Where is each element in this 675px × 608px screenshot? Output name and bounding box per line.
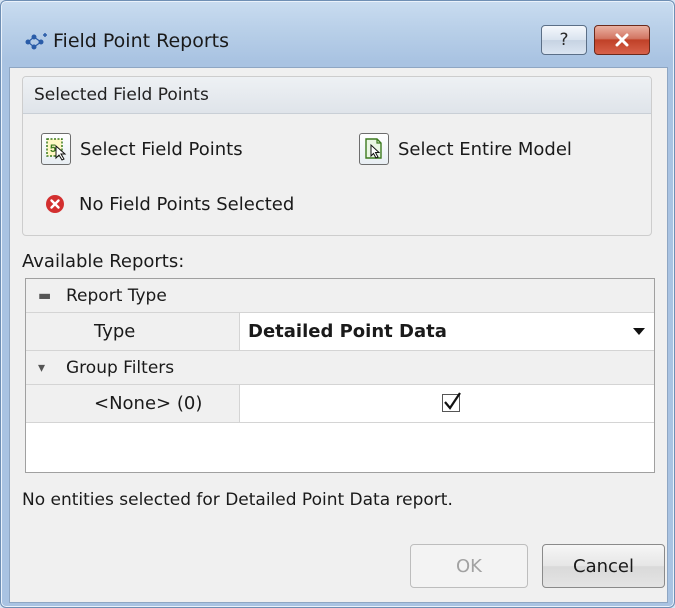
category-report-type[interactable]: ▬ Report Type: [26, 279, 654, 313]
selection-status: No Field Points Selected: [45, 192, 294, 216]
property-row-type[interactable]: Type Detailed Point Data: [26, 313, 654, 351]
category-label: Group Filters: [66, 358, 175, 378]
category-label: Report Type: [66, 286, 167, 306]
select-entire-model-button[interactable]: Select Entire Model: [359, 132, 572, 166]
select-field-points-label: Select Field Points: [80, 138, 243, 160]
error-icon: [46, 195, 64, 213]
property-name: <None> (0): [60, 385, 240, 422]
help-icon: ?: [559, 30, 569, 50]
status-text: No Field Points Selected: [79, 193, 295, 215]
svg-text:5: 5: [50, 143, 56, 155]
report-info-text: No entities selected for Detailed Point …: [22, 490, 453, 510]
checkmark-icon: [444, 392, 461, 410]
dialog-content: Selected Field Points 5 Select Field Poi…: [9, 67, 668, 603]
property-name: Type: [60, 313, 240, 350]
group-title: Selected Field Points: [34, 85, 209, 105]
type-dropdown[interactable]: Detailed Point Data: [240, 313, 654, 350]
expand-toggle-icon[interactable]: ▾: [38, 360, 45, 376]
close-button[interactable]: [594, 25, 650, 55]
field-point-reports-dialog: Field Point Reports ? Selected Field Poi…: [0, 0, 675, 608]
close-icon: [615, 33, 629, 47]
selected-field-points-group: Selected Field Points 5 Select Field Poi…: [22, 76, 652, 236]
field-point-reports-icon: [25, 33, 47, 50]
select-field-points-icon: 5: [41, 133, 71, 165]
select-entire-model-label: Select Entire Model: [398, 138, 572, 160]
select-field-points-button[interactable]: 5 Select Field Points: [41, 132, 243, 166]
title-bar: Field Point Reports ?: [1, 1, 674, 67]
group-filter-checkbox[interactable]: [442, 392, 461, 412]
category-group-filters[interactable]: ▾ Group Filters: [26, 351, 654, 385]
row-gutter: [26, 313, 60, 350]
expand-toggle-icon[interactable]: ▬: [38, 288, 51, 304]
cancel-button[interactable]: Cancel: [542, 544, 665, 588]
row-gutter: [26, 385, 60, 422]
group-filter-value: [240, 385, 654, 422]
type-value: Detailed Point Data: [248, 321, 447, 342]
group-header: Selected Field Points: [23, 77, 651, 114]
help-button[interactable]: ?: [541, 25, 587, 55]
window-title: Field Point Reports: [53, 30, 229, 52]
dropdown-arrow-icon[interactable]: [633, 328, 645, 335]
select-entire-model-icon: [359, 133, 389, 165]
available-reports-label: Available Reports:: [22, 251, 185, 272]
property-grid: ▬ Report Type Type Detailed Point Data ▾…: [25, 278, 655, 473]
property-row-none[interactable]: <None> (0): [26, 385, 654, 423]
ok-button[interactable]: OK: [410, 544, 528, 588]
